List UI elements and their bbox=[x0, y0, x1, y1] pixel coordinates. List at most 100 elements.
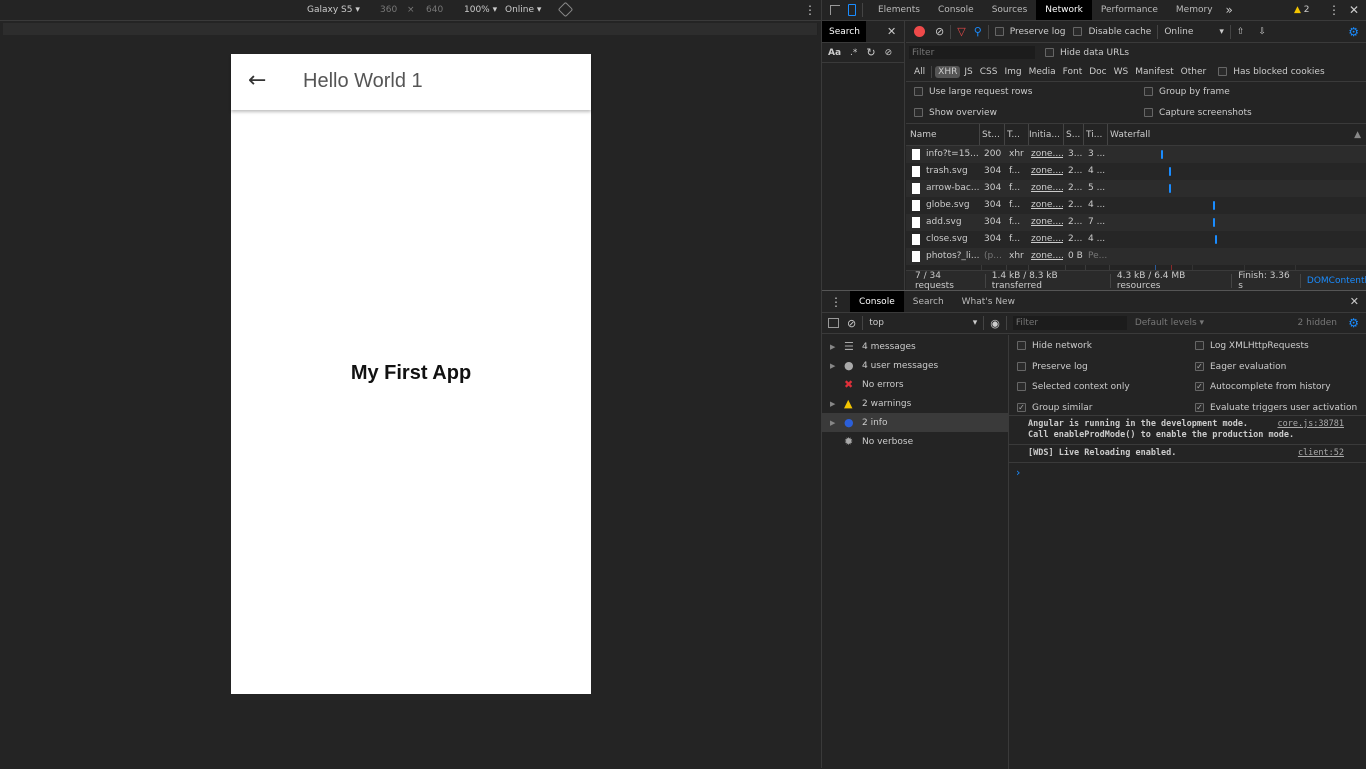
type-filter-js[interactable]: JS bbox=[961, 66, 975, 78]
type-filter-css[interactable]: CSS bbox=[977, 66, 1001, 78]
console-sidebar-item[interactable]: ▶ ● 2 info bbox=[822, 413, 1008, 432]
close-drawer-icon[interactable]: ✕ bbox=[1350, 295, 1359, 308]
request-row[interactable]: info?t=15... 200 xhr zone.... 3... 3 ... bbox=[906, 146, 1366, 163]
console-setting-checkbox[interactable]: Selected context only bbox=[1017, 382, 1130, 392]
import-har-icon[interactable]: ⇧ bbox=[1237, 27, 1245, 37]
height-input[interactable]: 640 bbox=[426, 5, 443, 15]
column-header[interactable]: T... bbox=[1007, 124, 1029, 145]
request-row[interactable]: arrow-bac... 304 f... zone.... 2... 5 ... bbox=[906, 180, 1366, 197]
device-select[interactable]: Galaxy S5 ▾ bbox=[307, 5, 360, 15]
request-row[interactable]: globe.svg 304 f... zone.... 2... 4 ... bbox=[906, 197, 1366, 214]
column-header[interactable]: S... bbox=[1066, 124, 1084, 145]
tab-network[interactable]: Network bbox=[1036, 0, 1092, 20]
network-option[interactable]: Use large request rows bbox=[914, 87, 1032, 97]
blocked-cookies-checkbox[interactable]: Has blocked cookies bbox=[1218, 66, 1325, 77]
column-header[interactable]: St... bbox=[982, 124, 1005, 145]
request-row[interactable]: add.svg 304 f... zone.... 2... 7 ... bbox=[906, 214, 1366, 231]
close-devtools-icon[interactable]: ✕ bbox=[1349, 3, 1359, 17]
type-filter-img[interactable]: Img bbox=[1001, 66, 1024, 78]
network-option[interactable]: Capture screenshots bbox=[1144, 108, 1252, 118]
back-arrow-icon[interactable]: ← bbox=[248, 68, 266, 93]
request-row[interactable]: close.svg 304 f... zone.... 2... 4 ... bbox=[906, 231, 1366, 248]
network-option[interactable]: Group by frame bbox=[1144, 87, 1230, 97]
devtools-menu-icon[interactable]: ⋮ bbox=[1328, 3, 1340, 17]
clear-console-icon[interactable]: ⊘ bbox=[847, 317, 856, 330]
request-row[interactable]: trash.svg 304 f... zone.... 2... 4 ... bbox=[906, 163, 1366, 180]
console-setting-checkbox[interactable]: Hide network bbox=[1017, 341, 1092, 351]
tab-console[interactable]: Console bbox=[929, 0, 983, 20]
tab-elements[interactable]: Elements bbox=[869, 0, 929, 20]
column-header[interactable]: Name bbox=[910, 124, 980, 145]
console-sidebar-item[interactable]: ▶ ☰ 4 messages bbox=[822, 337, 1008, 356]
cell-initiator[interactable]: zone.... bbox=[1031, 180, 1063, 197]
clear-icon[interactable]: ⊘ bbox=[935, 25, 944, 38]
more-tabs-button[interactable]: » bbox=[1226, 3, 1233, 17]
filter-icon[interactable]: ▽ bbox=[957, 25, 965, 38]
console-setting-checkbox[interactable]: Log XMLHttpRequests bbox=[1195, 341, 1309, 351]
warning-badge[interactable]: ▲ 2 bbox=[1294, 5, 1310, 15]
network-option[interactable]: Show overview bbox=[914, 108, 997, 118]
refresh-icon[interactable]: ↻ bbox=[866, 46, 875, 59]
drawer-menu-icon[interactable]: ⋮ bbox=[822, 295, 850, 309]
type-filter-media[interactable]: Media bbox=[1026, 66, 1059, 78]
tab-memory[interactable]: Memory bbox=[1167, 0, 1222, 20]
console-prompt[interactable]: › bbox=[1009, 463, 1366, 482]
type-filter-other[interactable]: Other bbox=[1178, 66, 1210, 78]
inspect-icon[interactable] bbox=[830, 5, 840, 15]
cell-initiator[interactable]: zone.... bbox=[1031, 146, 1063, 163]
cell-initiator[interactable]: zone.... bbox=[1031, 231, 1063, 248]
console-setting-checkbox[interactable]: Preserve log bbox=[1017, 361, 1088, 372]
zoom-select[interactable]: 100% ▾ bbox=[464, 5, 497, 15]
tab-performance[interactable]: Performance bbox=[1092, 0, 1167, 20]
drawer-tab-what-s-new[interactable]: What's New bbox=[953, 291, 1024, 312]
cell-initiator[interactable]: zone.... bbox=[1031, 248, 1063, 265]
type-filter-xhr[interactable]: XHR bbox=[935, 65, 961, 78]
type-filter-manifest[interactable]: Manifest bbox=[1132, 66, 1176, 78]
log-levels-select[interactable]: Default levels ▾ bbox=[1135, 318, 1204, 328]
cell-initiator[interactable]: zone.... bbox=[1031, 197, 1063, 214]
console-sidebar-item[interactable]: ✹ No verbose bbox=[822, 432, 1008, 451]
hide-data-urls-checkbox[interactable]: Hide data URLs bbox=[1045, 47, 1129, 58]
type-filter-ws[interactable]: WS bbox=[1111, 66, 1132, 78]
type-filter-doc[interactable]: Doc bbox=[1086, 66, 1109, 78]
console-sidebar-item[interactable]: ▶ ▲ 2 warnings bbox=[822, 394, 1008, 413]
search-icon[interactable]: ⚲ bbox=[974, 25, 982, 38]
media-query-bar[interactable] bbox=[3, 23, 818, 35]
console-setting-checkbox[interactable]: ✓ Autocomplete from history bbox=[1195, 382, 1331, 392]
network-settings-icon[interactable]: ⚙ bbox=[1348, 25, 1359, 39]
console-sidebar-item[interactable]: ▶ ● 4 user messages bbox=[822, 356, 1008, 375]
throttle-select[interactable]: Online ▾ bbox=[1164, 27, 1224, 37]
sidebar-toggle-icon[interactable] bbox=[828, 318, 839, 328]
search-tab[interactable]: Search bbox=[822, 21, 866, 42]
console-sidebar-item[interactable]: ✖ No errors bbox=[822, 375, 1008, 394]
console-setting-checkbox[interactable]: ✓ Group similar bbox=[1017, 402, 1092, 413]
live-expression-eye-icon[interactable]: ◉ bbox=[990, 317, 1000, 330]
context-select[interactable]: top ▾ bbox=[869, 318, 977, 328]
throttle-select[interactable]: Online ▾ bbox=[505, 5, 541, 15]
column-header[interactable]: Initia... bbox=[1029, 124, 1064, 145]
regex-button[interactable]: .* bbox=[850, 48, 857, 58]
request-row[interactable]: photos?_li... (p... xhr zone.... 0 B Pe... bbox=[906, 248, 1366, 265]
console-setting-checkbox[interactable]: ✓ Eager evaluation bbox=[1195, 361, 1286, 372]
type-filter-all[interactable]: All bbox=[911, 66, 928, 78]
console-filter-input[interactable] bbox=[1012, 316, 1127, 330]
drawer-tab-search[interactable]: Search bbox=[904, 291, 953, 312]
sort-up-icon[interactable]: ▲ bbox=[1354, 130, 1361, 140]
width-input[interactable]: 360 bbox=[380, 5, 397, 15]
record-button[interactable] bbox=[914, 26, 925, 37]
type-filter-font[interactable]: Font bbox=[1060, 66, 1086, 78]
column-header[interactable]: Waterfall bbox=[1110, 124, 1366, 145]
cell-initiator[interactable]: zone.... bbox=[1031, 214, 1063, 231]
clear-search-icon[interactable]: ⊘ bbox=[885, 48, 893, 58]
rotate-icon[interactable] bbox=[557, 1, 574, 18]
preserve-log-checkbox[interactable]: Preserve log bbox=[994, 26, 1065, 37]
tab-sources[interactable]: Sources bbox=[983, 0, 1037, 20]
console-settings-icon[interactable]: ⚙ bbox=[1348, 316, 1359, 330]
cell-initiator[interactable]: zone.... bbox=[1031, 163, 1063, 180]
more-icon[interactable]: ⋮ bbox=[804, 3, 816, 17]
message-source-link[interactable]: core.js:38781 bbox=[1277, 419, 1344, 430]
match-case-button[interactable]: Aa bbox=[828, 48, 841, 58]
disable-cache-checkbox[interactable]: Disable cache bbox=[1073, 26, 1151, 37]
network-filter-input[interactable] bbox=[909, 46, 1035, 59]
message-source-link[interactable]: client:52 bbox=[1298, 448, 1344, 459]
